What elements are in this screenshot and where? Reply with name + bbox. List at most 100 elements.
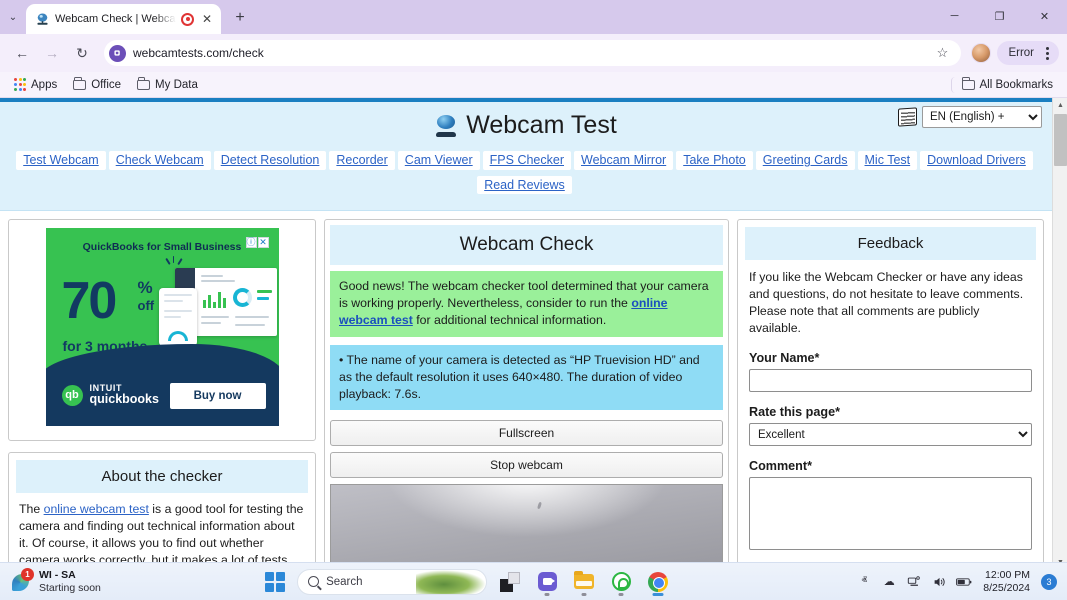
- fullscreen-button[interactable]: Fullscreen: [330, 420, 723, 447]
- scrollbar-thumb[interactable]: [1054, 114, 1067, 166]
- nav-item-take-photo[interactable]: Take Photo: [676, 151, 753, 170]
- nav-item-check-webcam[interactable]: Check Webcam: [108, 151, 211, 170]
- ad-off-label: off: [137, 298, 155, 313]
- about-checker-title: About the checker: [16, 460, 308, 493]
- nav-item-recorder[interactable]: Recorder: [329, 151, 395, 170]
- minimize-button[interactable]: ─: [932, 0, 977, 32]
- nav-item-cam-viewer[interactable]: Cam Viewer: [397, 151, 480, 170]
- all-bookmarks-label: All Bookmarks: [979, 78, 1054, 91]
- battery-icon[interactable]: [956, 574, 972, 590]
- webcam-check-title: Webcam Check: [330, 225, 723, 265]
- feedback-intro: If you like the Webcam Checker or have a…: [749, 270, 1024, 336]
- webcam-video-preview[interactable]: [330, 484, 723, 562]
- success-alert: Good news! The webcam checker tool deter…: [330, 271, 723, 337]
- site-navigation: Test Webcam Check Webcam Detect Resolution…: [0, 151, 1052, 194]
- taskbar-app-teams[interactable]: [533, 567, 561, 597]
- nav-item-read-reviews[interactable]: Read Reviews: [477, 175, 572, 194]
- file-explorer-icon: [574, 571, 595, 589]
- tray-chevron-up-icon[interactable]: ⱏ: [856, 574, 872, 590]
- bookmark-label: Office: [91, 78, 122, 91]
- scroll-down-arrow-icon[interactable]: ▼: [1053, 555, 1067, 562]
- kebab-menu-icon[interactable]: [1038, 43, 1056, 63]
- content-columns: ⓘ ✕ QuickBooks for Small Business 70 % o…: [0, 211, 1052, 562]
- error-status-chip[interactable]: Error: [997, 41, 1059, 65]
- nav-item-test-webcam[interactable]: Test Webcam: [16, 151, 106, 170]
- tab-search-chevron-icon[interactable]: ⌄: [0, 3, 26, 31]
- network-icon[interactable]: [906, 574, 922, 590]
- browser-toolbar: ← → ↻ webcamtests.com/check ☆ Error: [0, 34, 1067, 72]
- bookmarks-bar: Apps Office My Data All Bookmarks: [0, 72, 1067, 98]
- about-text-before: The: [19, 502, 44, 516]
- all-bookmarks-button[interactable]: All Bookmarks: [950, 76, 1060, 93]
- apps-grid-icon: [14, 78, 27, 91]
- weather-title: WI - SA: [39, 568, 76, 581]
- folder-icon: [961, 77, 975, 90]
- bookmark-label: My Data: [155, 78, 198, 91]
- taskbar-clock[interactable]: 12:00 PM 8/25/2024: [981, 569, 1032, 595]
- browser-tab[interactable]: Webcam Check | Webcam T ✕: [26, 4, 221, 34]
- taskbar-app-file-explorer[interactable]: [570, 567, 598, 597]
- about-checker-body: The online webcam test is a good tool fo…: [9, 493, 315, 562]
- language-selector[interactable]: EN (English) +: [898, 106, 1042, 128]
- feedback-panel: Feedback If you like the Webcam Checker …: [737, 219, 1044, 562]
- recording-indicator-icon[interactable]: [181, 12, 194, 26]
- ad-buy-now-button[interactable]: Buy now: [169, 383, 266, 409]
- bookmark-office[interactable]: Office: [67, 77, 127, 93]
- rate-select[interactable]: Excellent: [749, 423, 1032, 447]
- quickbooks-ad[interactable]: ⓘ ✕ QuickBooks for Small Business 70 % o…: [45, 228, 279, 426]
- close-window-button[interactable]: ✕: [1022, 0, 1067, 32]
- language-select[interactable]: EN (English) +: [922, 106, 1042, 128]
- tab-strip: ⌄ Webcam Check | Webcam T ✕ + ─ ❐ ✕: [0, 0, 1067, 34]
- nav-item-fps-checker[interactable]: FPS Checker: [482, 151, 571, 170]
- url-text: webcamtests.com/check: [133, 46, 264, 60]
- page-scrollbar[interactable]: ▲ ▼: [1052, 98, 1067, 562]
- nav-item-greeting-cards[interactable]: Greeting Cards: [755, 151, 855, 170]
- file-explorer-legacy-icon: [500, 571, 521, 592]
- weather-text: WI - SA Starting soon: [39, 569, 101, 594]
- maximize-button[interactable]: ❐: [977, 0, 1022, 32]
- taskbar-app-file-explorer-legacy[interactable]: [496, 567, 524, 597]
- taskbar-search[interactable]: Search: [297, 568, 488, 595]
- webcam-favicon: [35, 12, 50, 27]
- cloud-icon[interactable]: ☁: [881, 574, 897, 590]
- volume-icon[interactable]: [931, 574, 947, 590]
- notification-badge[interactable]: 3: [1041, 573, 1057, 590]
- rate-field-label: Rate this page*: [749, 405, 840, 420]
- webcam-check-body: Good news! The webcam checker tool deter…: [325, 265, 728, 562]
- advertisement-panel: ⓘ ✕ QuickBooks for Small Business 70 % o…: [8, 219, 316, 441]
- close-icon[interactable]: ✕: [199, 11, 215, 27]
- bookmark-my-data[interactable]: My Data: [131, 77, 204, 93]
- nav-row-secondary: Read Reviews: [0, 175, 1052, 194]
- comment-textarea[interactable]: [749, 477, 1032, 551]
- bookmark-apps[interactable]: Apps: [8, 76, 63, 92]
- quickbooks-logo-icon: qb: [61, 384, 83, 406]
- nav-item-mic-test[interactable]: Mic Test: [857, 151, 918, 170]
- profile-avatar[interactable]: [971, 43, 992, 63]
- forward-button[interactable]: →: [38, 39, 66, 67]
- windows-logo-icon: [265, 571, 286, 592]
- teams-icon: [537, 572, 557, 591]
- error-label: Error: [1008, 47, 1034, 59]
- site-info-icon[interactable]: [109, 44, 126, 62]
- scroll-up-arrow-icon[interactable]: ▲: [1053, 98, 1067, 113]
- start-button[interactable]: [262, 569, 288, 595]
- reload-button[interactable]: ↻: [68, 39, 96, 67]
- camera-info-alert: • The name of your camera is detected as…: [330, 344, 723, 411]
- nav-item-webcam-mirror[interactable]: Webcam Mirror: [574, 151, 674, 170]
- address-bar[interactable]: webcamtests.com/check ☆: [104, 40, 962, 66]
- taskbar-app-chrome[interactable]: [644, 567, 672, 597]
- new-tab-button[interactable]: +: [227, 5, 253, 31]
- taskbar-app-whatsapp[interactable]: [607, 567, 635, 597]
- weather-widget[interactable]: 1 WI - SA Starting soon: [0, 567, 170, 594]
- whatsapp-icon: [611, 572, 631, 591]
- stop-webcam-button[interactable]: Stop webcam: [330, 452, 723, 479]
- back-button[interactable]: ←: [8, 39, 36, 67]
- bookmark-star-icon[interactable]: ☆: [931, 42, 953, 64]
- feedback-body: If you like the Webcam Checker or have a…: [738, 260, 1043, 562]
- nav-item-download-drivers[interactable]: Download Drivers: [920, 151, 1033, 170]
- search-decoration: [416, 569, 487, 594]
- name-input[interactable]: [749, 369, 1032, 393]
- right-column: Feedback If you like the Webcam Checker …: [737, 219, 1044, 562]
- online-webcam-test-link[interactable]: online webcam test: [44, 502, 149, 516]
- nav-item-detect-resolution[interactable]: Detect Resolution: [213, 151, 327, 170]
